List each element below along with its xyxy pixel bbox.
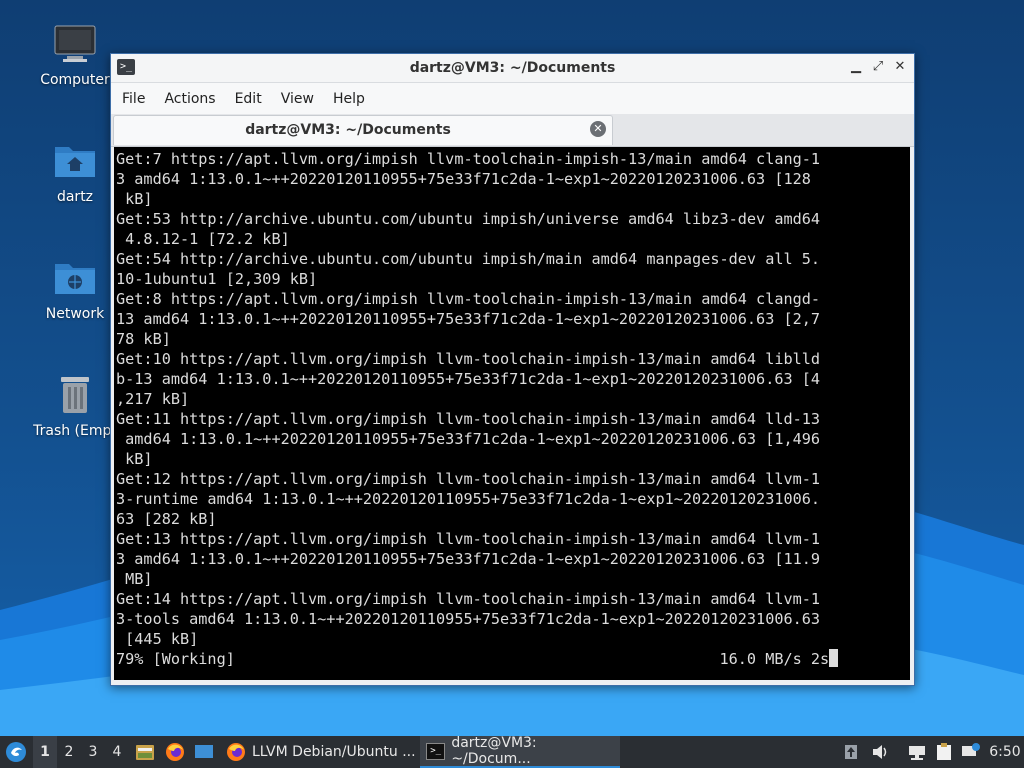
computer-icon bbox=[53, 22, 97, 66]
launcher-firefox[interactable] bbox=[164, 736, 186, 768]
tab-bar: dartz@VM3: ~/Documents ✕ bbox=[111, 114, 914, 147]
start-menu-button[interactable] bbox=[4, 736, 28, 768]
close-icon[interactable]: ✕ bbox=[892, 58, 908, 76]
menu-view[interactable]: View bbox=[281, 91, 314, 107]
firefox-icon bbox=[227, 743, 245, 761]
tray-notifications[interactable] bbox=[960, 736, 982, 768]
firefox-icon bbox=[166, 743, 184, 761]
volume-icon bbox=[873, 745, 887, 759]
task-label: LLVM Debian/Ubuntu ... bbox=[252, 744, 416, 760]
trash-icon bbox=[53, 373, 97, 417]
menu-edit[interactable]: Edit bbox=[235, 91, 262, 107]
file-manager-icon bbox=[136, 745, 154, 760]
terminal-app-icon: >_ bbox=[426, 742, 446, 760]
workspace-3[interactable]: 3 bbox=[81, 744, 105, 760]
window-titlebar[interactable]: >_ dartz@VM3: ~/Documents ▁ ⤢ ✕ bbox=[111, 54, 914, 83]
distro-logo-icon bbox=[6, 742, 26, 762]
tray-volume[interactable] bbox=[870, 736, 890, 768]
workspace-1[interactable]: 1 bbox=[33, 736, 57, 768]
workspace-switcher: 1 2 3 4 bbox=[33, 736, 129, 768]
task-browser[interactable]: LLVM Debian/Ubuntu ... bbox=[220, 736, 428, 768]
workspace-2[interactable]: 2 bbox=[57, 744, 81, 760]
launcher-files[interactable] bbox=[134, 736, 156, 768]
home-folder-icon bbox=[53, 139, 97, 183]
terminal-output[interactable]: Get:7 https://apt.llvm.org/impish llvm-t… bbox=[114, 147, 910, 680]
menu-actions[interactable]: Actions bbox=[164, 91, 215, 107]
tab-label: dartz@VM3: ~/Documents bbox=[245, 122, 451, 138]
tray-updates[interactable] bbox=[842, 736, 860, 768]
menu-bar: File Actions Edit View Help bbox=[111, 83, 914, 114]
task-terminal[interactable]: >_ dartz@VM3: ~/Docum... bbox=[420, 735, 620, 768]
clipboard-icon bbox=[937, 743, 951, 760]
taskbar: 1 2 3 4 LLVM Debian/Ubuntu ... >_ dartz@… bbox=[0, 735, 1024, 768]
window-title: dartz@VM3: ~/Documents bbox=[409, 60, 616, 76]
minimize-icon[interactable]: ▁ bbox=[848, 58, 864, 76]
network-folder-icon bbox=[53, 256, 97, 300]
network-icon bbox=[909, 746, 925, 760]
menu-file[interactable]: File bbox=[122, 91, 145, 107]
terminal-cursor bbox=[829, 649, 839, 667]
upload-arrow-icon bbox=[845, 745, 857, 759]
tray-network[interactable] bbox=[906, 736, 928, 768]
clock[interactable]: 6:50 bbox=[988, 736, 1022, 768]
terminal-tab[interactable]: dartz@VM3: ~/Documents ✕ bbox=[113, 115, 613, 145]
workspace-4[interactable]: 4 bbox=[105, 744, 129, 760]
tray-clipboard[interactable] bbox=[934, 736, 954, 768]
terminal-status-line: 79% [Working] 16.0 MB/s 2s bbox=[116, 650, 830, 668]
show-desktop-icon bbox=[195, 745, 213, 758]
terminal-window: >_ dartz@VM3: ~/Documents ▁ ⤢ ✕ File Act… bbox=[110, 53, 915, 686]
launcher-desktop[interactable] bbox=[193, 736, 215, 768]
menu-help[interactable]: Help bbox=[333, 91, 365, 107]
notification-icon bbox=[962, 743, 980, 756]
maximize-icon[interactable]: ⤢ bbox=[870, 58, 886, 76]
terminal-text: Get:7 https://apt.llvm.org/impish llvm-t… bbox=[114, 147, 910, 669]
tab-close-icon[interactable]: ✕ bbox=[590, 121, 606, 137]
task-label: dartz@VM3: ~/Docum... bbox=[451, 735, 537, 767]
